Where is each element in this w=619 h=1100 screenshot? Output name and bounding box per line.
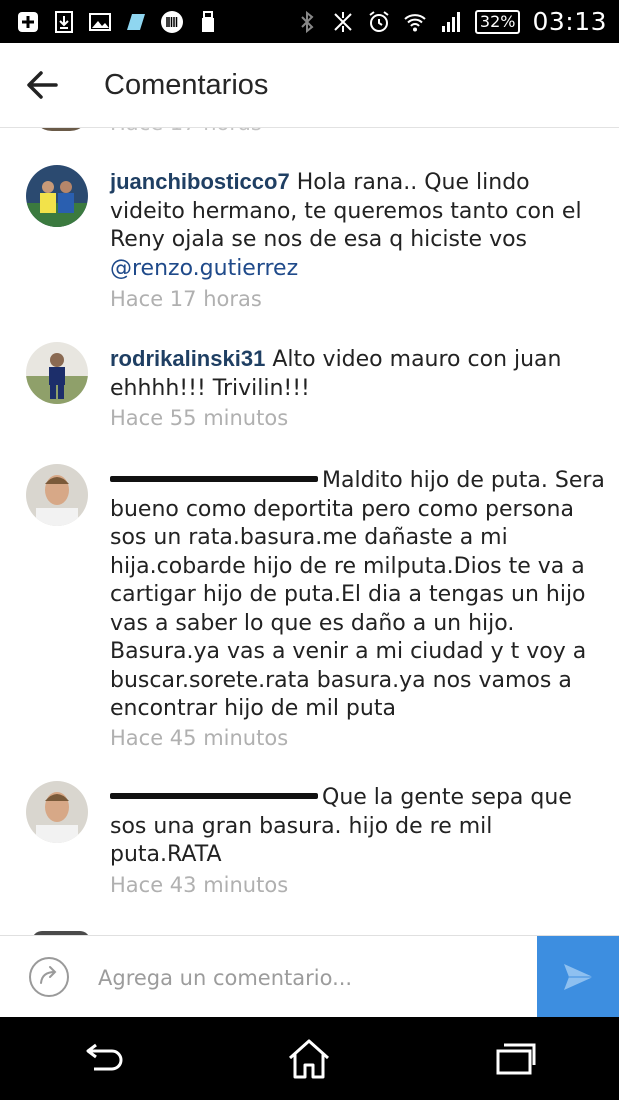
reply-circle-icon xyxy=(29,957,69,997)
nav-home-button[interactable] xyxy=(279,1034,339,1084)
comment-username[interactable]: juanchibosticco7 xyxy=(110,169,290,194)
send-arrow-icon xyxy=(564,964,593,990)
avatar[interactable] xyxy=(26,781,88,843)
comment-composer xyxy=(0,935,619,1018)
signal-icon xyxy=(439,10,463,34)
comment-text: Maldito hijo de puta. Sera bueno como de… xyxy=(110,467,605,724)
wifi-icon xyxy=(403,10,427,34)
back-button[interactable] xyxy=(22,65,62,105)
comment-input[interactable] xyxy=(96,958,520,998)
comment-text: Que la gente sepa que sos una gran basur… xyxy=(110,784,605,870)
no-sync-icon xyxy=(331,10,355,34)
censored-username xyxy=(110,793,318,799)
arrow-left-icon xyxy=(27,71,58,99)
plus-icon xyxy=(16,10,40,34)
barcode-icon xyxy=(160,10,184,34)
comment-text: rodrikalinski31 Alto video mauro con jua… xyxy=(110,345,605,403)
page-title: Comentarios xyxy=(104,68,269,101)
censored-username xyxy=(110,476,318,482)
comment-time: Hace 55 minutos xyxy=(110,406,289,430)
alarm-icon xyxy=(367,10,391,34)
nav-recents-icon xyxy=(496,1043,536,1074)
image-icon xyxy=(88,10,112,34)
status-bar: 32% 03:13 xyxy=(0,0,619,43)
send-button[interactable] xyxy=(537,936,619,1018)
nav-back-button[interactable] xyxy=(73,1034,133,1084)
comment-time: Hace 17 horas xyxy=(110,287,262,311)
comment-username[interactable]: rodrikalinski31 xyxy=(110,346,265,371)
nav-recents-button[interactable] xyxy=(486,1034,546,1084)
avatar[interactable] xyxy=(26,464,88,526)
usb-icon xyxy=(196,10,220,34)
comment-body: Maldito hijo de puta. Sera bueno como de… xyxy=(110,468,605,721)
comment-list[interactable]: Hace 17 horas juanchibosticco7 Hola rana… xyxy=(0,127,619,935)
comment-time: Hace 45 minutos xyxy=(110,726,289,750)
nav-back-icon xyxy=(86,1043,123,1070)
clock: 03:13 xyxy=(532,7,607,36)
avatar[interactable] xyxy=(26,342,88,404)
comment-time: Hace 17 horas xyxy=(110,127,262,135)
avatar[interactable] xyxy=(26,165,88,227)
battery-indicator: 32% xyxy=(474,9,521,34)
download-file-icon xyxy=(52,10,76,34)
nav-home-icon xyxy=(289,1039,330,1078)
comment-text: juanchibosticco7 Hola rana.. Que lindo v… xyxy=(110,168,605,283)
system-nav-bar xyxy=(0,1017,619,1100)
mention-link[interactable]: @renzo.gutierrez xyxy=(110,256,298,281)
app-bar: Comentarios xyxy=(0,43,619,128)
reply-button[interactable] xyxy=(28,956,70,998)
tag-icon xyxy=(124,10,148,34)
comment-time: Hace 43 minutos xyxy=(110,873,289,897)
bluetooth-icon xyxy=(295,10,319,34)
